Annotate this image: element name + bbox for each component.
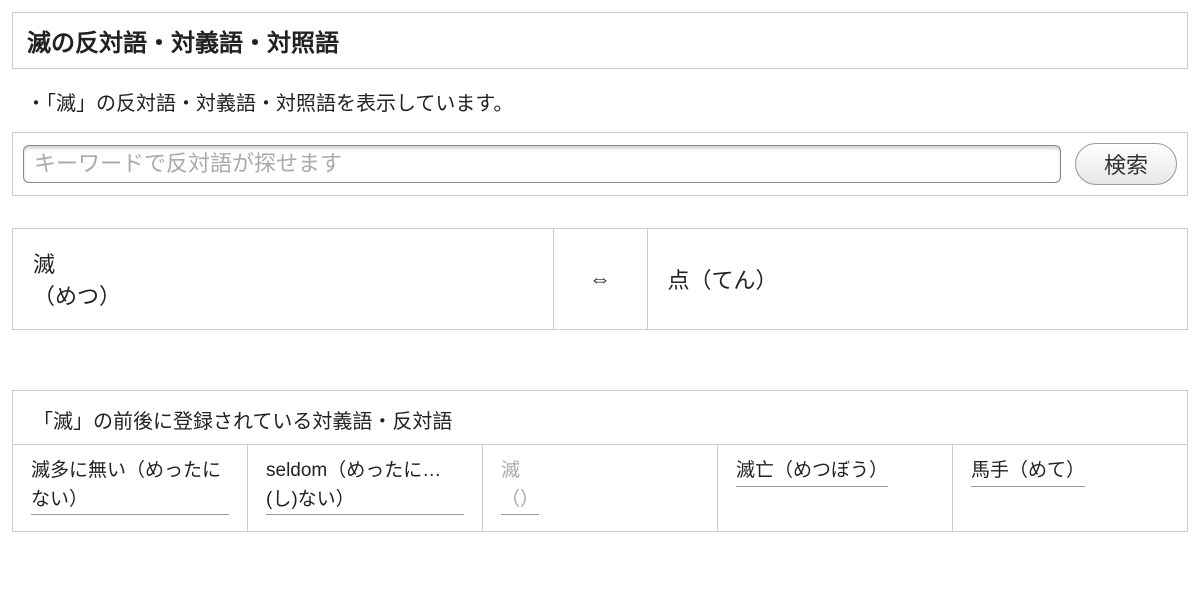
related-link[interactable]: 滅亡（めつぼう） [736,457,888,487]
related-current-term: 滅 [501,460,520,481]
related-current-paren: （） [501,486,539,515]
search-button[interactable]: 検索 [1075,143,1177,185]
related-cell: 滅多に無い（めったにない） [13,445,248,531]
pair-left-cell: 滅 （めつ） [13,229,554,330]
antonym-pair-table: 滅 （めつ） ⇔ 点（てん） [12,228,1188,330]
page-title: 滅の反対語・対義語・対照語 [27,23,1173,58]
related-current: 滅 （） [501,457,539,515]
related-cell: 滅亡（めつぼう） [718,445,953,531]
pair-arrow: ⇔ [553,229,647,330]
intro-text: ・「滅」の反対語・対義語・対照語を表示しています。 [26,87,1188,116]
pair-left-term: 滅 [33,252,55,277]
related-cell: 滅 （） [483,445,718,531]
page-title-box: 滅の反対語・対義語・対照語 [12,12,1188,69]
related-title: 「滅」の前後に登録されている対義語・反対語 [13,391,1187,445]
related-cell: 馬手（めて） [953,445,1187,531]
search-input[interactable] [23,145,1061,183]
related-row: 滅多に無い（めったにない） seldom（めったに…(し)ない） 滅 （） 滅亡… [13,445,1187,531]
related-box: 「滅」の前後に登録されている対義語・反対語 滅多に無い（めったにない） seld… [12,390,1188,532]
pair-left-reading: （めつ） [33,279,533,311]
related-link[interactable]: 馬手（めて） [971,457,1085,487]
pair-right-cell: 点（てん） [647,229,1188,330]
related-link[interactable]: 滅多に無い（めったにない） [31,457,229,515]
pair-right-term: 点（てん） [668,268,778,293]
search-container: 検索 [12,132,1188,196]
related-cell: seldom（めったに…(し)ない） [248,445,483,531]
related-link[interactable]: seldom（めったに…(し)ない） [266,457,464,515]
